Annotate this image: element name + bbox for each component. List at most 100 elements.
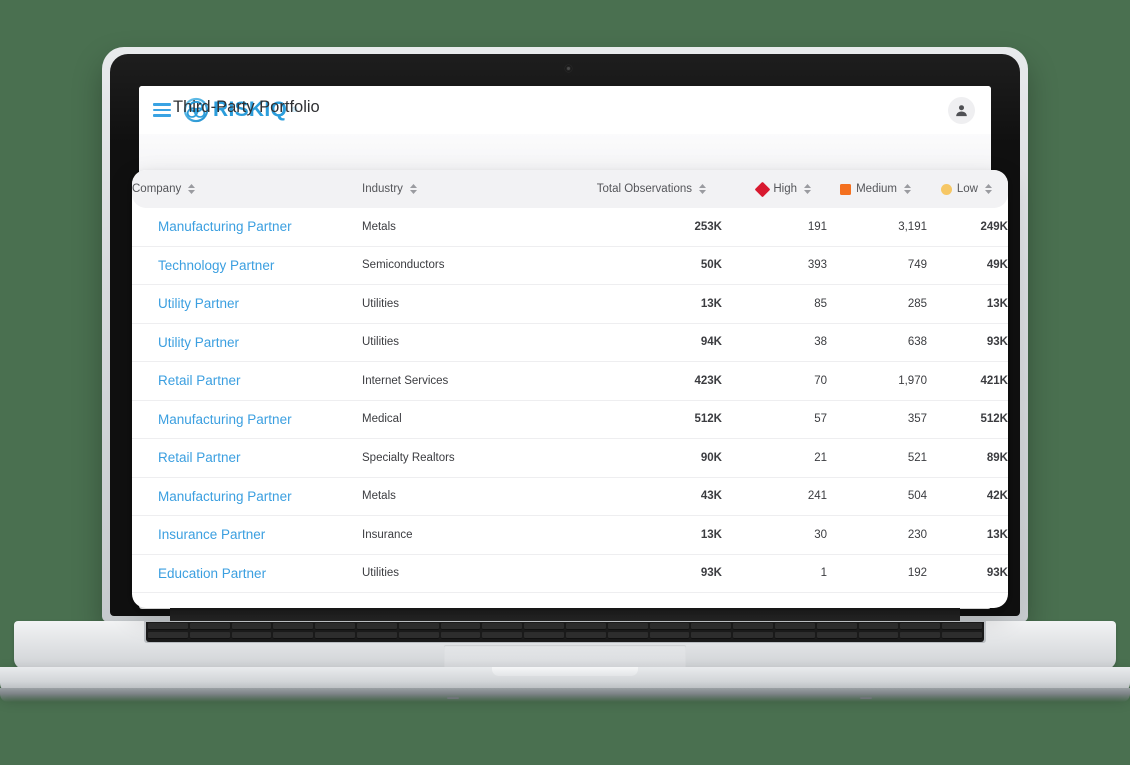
keyboard-key bbox=[524, 623, 564, 630]
column-header-total-observations[interactable]: Total Observations bbox=[547, 170, 722, 208]
column-header-low[interactable]: Low bbox=[927, 170, 1008, 208]
company-link[interactable]: Utility Partner bbox=[132, 335, 239, 350]
column-label-company: Company bbox=[132, 183, 182, 195]
cell-medium: 638 bbox=[827, 323, 927, 362]
table-row: Education Partner Utilities 93K 1 192 93K bbox=[132, 554, 1008, 593]
cell-low: 512K bbox=[927, 400, 1008, 439]
cell-low: 93K bbox=[927, 554, 1008, 593]
cell-total-observations: 512K bbox=[547, 400, 722, 439]
laptop-front-notch bbox=[492, 667, 638, 676]
keyboard-key bbox=[733, 632, 773, 639]
cell-high: 1 bbox=[722, 554, 827, 593]
cell-industry: Insurance bbox=[362, 515, 547, 555]
keyboard-key bbox=[774, 623, 815, 630]
keyboard-key bbox=[942, 632, 982, 639]
sort-arrows-icon[interactable] bbox=[985, 184, 992, 194]
keyboard-key bbox=[398, 632, 439, 639]
keyboard-key bbox=[858, 623, 899, 630]
cell-low: 13K bbox=[927, 515, 1008, 555]
table-row: Utility Partner Utilities 94K 38 638 93K bbox=[132, 323, 1008, 362]
sort-arrows-icon[interactable] bbox=[804, 184, 811, 194]
company-link[interactable]: Education Partner bbox=[132, 566, 266, 581]
hamburger-menu-icon[interactable] bbox=[153, 103, 171, 117]
hamburger-line bbox=[153, 108, 171, 112]
sort-arrows-icon[interactable] bbox=[699, 184, 706, 194]
column-label-medium: Medium bbox=[856, 183, 897, 195]
cell-total-observations: 94K bbox=[547, 323, 722, 362]
table-header-row: Company Industry Total Observations High… bbox=[132, 170, 1008, 208]
keyboard-key bbox=[816, 632, 857, 639]
keyboard-row bbox=[146, 622, 984, 631]
cell-high: 191 bbox=[722, 208, 827, 247]
sort-arrows-icon[interactable] bbox=[904, 184, 911, 194]
keyboard-key bbox=[189, 632, 230, 639]
laptop-base-underside bbox=[0, 688, 1130, 702]
cell-company: Utility Partner bbox=[132, 284, 362, 324]
keyboard-key bbox=[273, 632, 314, 639]
keyboard-key bbox=[398, 623, 439, 630]
keyboard-key bbox=[900, 623, 941, 630]
keyboard-key bbox=[189, 623, 230, 630]
cell-industry: Utilities bbox=[362, 284, 547, 324]
laptop-keyboard bbox=[146, 622, 984, 642]
company-link[interactable]: Technology Partner bbox=[132, 258, 274, 273]
keyboard-key bbox=[440, 632, 481, 639]
cell-high: 30 bbox=[722, 515, 827, 555]
table-row: Manufacturing Partner Metals 43K 241 504 42K bbox=[132, 477, 1008, 516]
keyboard-key bbox=[231, 623, 272, 630]
company-link[interactable]: Utility Partner bbox=[132, 296, 239, 311]
keyboard-row bbox=[146, 631, 984, 640]
company-link[interactable]: Retail Partner bbox=[132, 373, 241, 388]
sort-arrows-icon[interactable] bbox=[409, 184, 417, 194]
keyboard-key bbox=[607, 623, 648, 630]
cell-high: 85 bbox=[722, 284, 827, 324]
keyboard-key bbox=[942, 623, 982, 630]
company-link[interactable]: Manufacturing Partner bbox=[132, 489, 292, 504]
keyboard-key bbox=[774, 632, 815, 639]
cell-medium: 1,970 bbox=[827, 361, 927, 401]
keyboard-key bbox=[148, 632, 188, 639]
cell-low: 42K bbox=[927, 477, 1008, 516]
table-header: Company Industry Total Observations High… bbox=[132, 170, 1008, 208]
cell-total-observations: 50K bbox=[547, 246, 722, 285]
cell-medium: 3,191 bbox=[827, 208, 927, 247]
sort-arrows-icon[interactable] bbox=[188, 184, 196, 194]
severity-medium-square-icon bbox=[840, 183, 852, 195]
company-link[interactable]: Manufacturing Partner bbox=[132, 219, 292, 234]
cell-total-observations: 43K bbox=[547, 477, 722, 516]
company-link[interactable]: Insurance Partner bbox=[132, 527, 265, 542]
column-header-medium[interactable]: Medium bbox=[827, 170, 927, 208]
cell-medium: 357 bbox=[827, 400, 927, 439]
cell-company: Utility Partner bbox=[132, 323, 362, 362]
cell-industry: Specialty Realtors bbox=[362, 438, 547, 478]
page-title: Third-Party Portfolio bbox=[173, 98, 320, 116]
cell-company: Manufacturing Partner bbox=[132, 208, 362, 247]
cell-total-observations: 13K bbox=[547, 284, 722, 324]
webcam-icon bbox=[565, 65, 572, 72]
cell-medium: 230 bbox=[827, 515, 927, 555]
cell-medium: 504 bbox=[827, 477, 927, 516]
cell-low: 89K bbox=[927, 438, 1008, 478]
table-row: Utility Partner Utilities 13K 85 285 13K bbox=[132, 284, 1008, 324]
hamburger-line bbox=[153, 103, 171, 106]
keyboard-key bbox=[816, 623, 857, 630]
company-link[interactable]: Manufacturing Partner bbox=[132, 412, 292, 427]
cell-high: 38 bbox=[722, 323, 827, 362]
cell-industry: Utilities bbox=[362, 554, 547, 593]
keyboard-key bbox=[691, 632, 732, 639]
keyboard-key bbox=[315, 623, 355, 630]
column-header-company[interactable]: Company bbox=[132, 170, 362, 208]
cell-low: 93K bbox=[927, 323, 1008, 362]
keyboard-key bbox=[649, 623, 690, 630]
company-link[interactable]: Retail Partner bbox=[132, 450, 241, 465]
column-header-high[interactable]: High bbox=[722, 170, 827, 208]
table-row: Technology Partner Semiconductors 50K 393 74… bbox=[132, 246, 1008, 285]
user-avatar-icon bbox=[956, 104, 967, 116]
cell-high: 393 bbox=[722, 246, 827, 285]
cell-company: Manufacturing Partner bbox=[132, 477, 362, 516]
keyboard-key bbox=[691, 623, 732, 630]
user-avatar-button[interactable] bbox=[948, 96, 975, 124]
cell-low: 421K bbox=[927, 361, 1008, 401]
column-header-industry[interactable]: Industry bbox=[362, 170, 547, 208]
keyboard-key bbox=[482, 623, 523, 630]
